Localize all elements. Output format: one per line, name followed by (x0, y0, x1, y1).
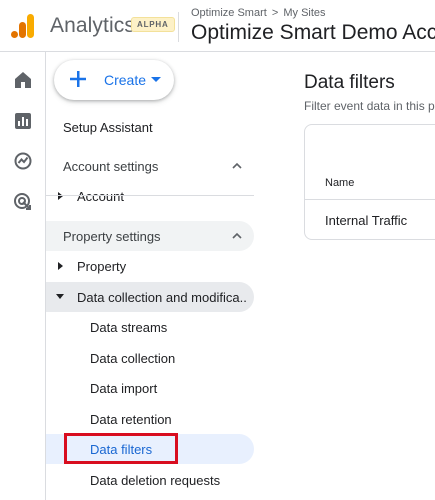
reports-icon[interactable] (13, 111, 33, 131)
header-divider (178, 12, 179, 42)
main-content: Data filters Filter event data in this p… (304, 52, 435, 500)
expand-arrow-icon (58, 262, 63, 270)
sidebar-item-data-retention[interactable]: Data retention (90, 404, 254, 434)
sidebar-item-label: Property (77, 259, 127, 274)
table-row[interactable]: Internal Traffic (325, 213, 407, 228)
setup-assistant-link[interactable]: Setup Assistant (63, 112, 271, 142)
sidebar-item-data-collection-and-modification[interactable]: Data collection and modifica... (46, 282, 254, 312)
analytics-logo-icon[interactable] (10, 13, 36, 39)
sidebar-item-data-deletion-requests[interactable]: Data deletion requests (90, 465, 254, 495)
annotation-highlight-box (64, 433, 178, 464)
expand-arrow-icon (58, 192, 63, 200)
breadcrumb-org: Optimize Smart (191, 7, 267, 19)
account-settings-section[interactable]: Account settings (46, 151, 254, 181)
collapse-arrow-icon (56, 294, 64, 299)
account-settings-label: Account settings (63, 158, 159, 174)
alpha-badge: ALPHA (131, 17, 175, 32)
sidebar-divider (46, 195, 254, 196)
page-title: Data filters (304, 72, 395, 93)
sidebar-item-data-collection[interactable]: Data collection (90, 343, 254, 373)
property-settings-section[interactable]: Property settings (46, 221, 254, 251)
chevron-up-icon (232, 232, 242, 239)
breadcrumb[interactable]: Optimize Smart > My Sites (191, 7, 326, 19)
create-button[interactable]: Create (54, 60, 174, 100)
advertising-icon[interactable] (13, 192, 33, 212)
explore-icon[interactable] (13, 151, 33, 171)
sidebar-item-data-streams[interactable]: Data streams (90, 312, 254, 342)
table-divider (305, 199, 435, 200)
admin-sidebar: Create Setup Assistant Account settings … (46, 52, 304, 500)
left-nav-rail (0, 52, 46, 500)
create-button-label: Create (104, 72, 147, 88)
plus-icon (70, 71, 86, 87)
product-name: Analytics (50, 14, 135, 37)
sidebar-item-property[interactable]: Property (56, 251, 254, 281)
sidebar-item-account[interactable]: Account (56, 181, 254, 211)
sidebar-item-label: Data collection and modifica... (77, 290, 247, 305)
breadcrumb-separator: > (271, 7, 279, 19)
home-icon[interactable] (13, 70, 33, 90)
sidebar-item-label: Account (77, 189, 124, 204)
chevron-down-icon (151, 77, 161, 82)
sidebar-item-data-import[interactable]: Data import (90, 373, 254, 403)
chevron-up-icon (232, 162, 242, 169)
top-header: Analytics ALPHA Optimize Smart > My Site… (0, 0, 435, 52)
data-filters-table: Name Internal Traffic (304, 124, 435, 240)
property-settings-label: Property settings (63, 228, 161, 244)
column-header-name[interactable]: Name (325, 177, 354, 189)
account-selector[interactable]: Optimize Smart Demo Acco... (191, 21, 435, 45)
breadcrumb-scope: My Sites (283, 7, 326, 19)
page-subtitle: Filter event data in this p (304, 99, 435, 113)
